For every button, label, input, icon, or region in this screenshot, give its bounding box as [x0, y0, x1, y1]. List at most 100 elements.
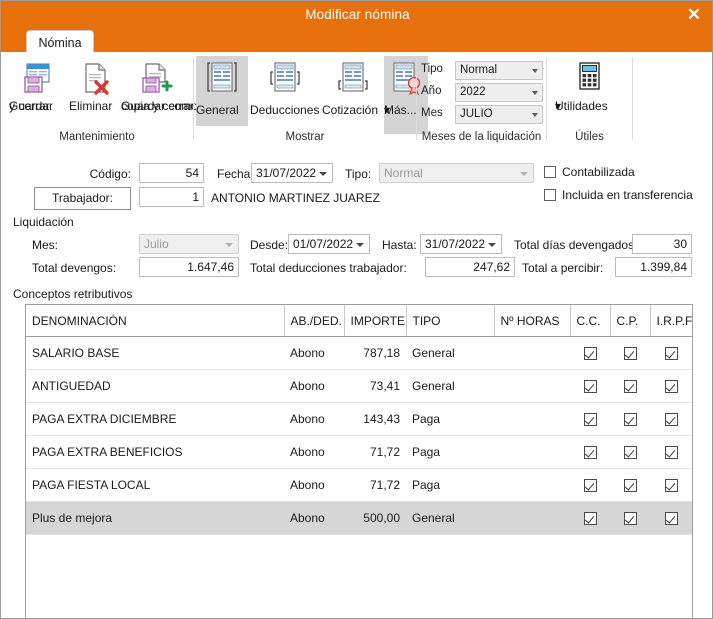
deducciones-button[interactable]: Deducciones [250, 56, 320, 126]
contabilizada-label: Contabilizada [562, 165, 635, 179]
utilidades-button[interactable]: Utilidades ▾ [555, 56, 623, 130]
trabajador-button[interactable]: Trabajador: [34, 187, 131, 210]
total-devengos-label: Total devengos: [32, 261, 117, 275]
ribbon-ano-combo[interactable]: 2022 [455, 83, 543, 102]
ribbon-mes-combo[interactable]: JULIO [455, 105, 543, 124]
cell-cp[interactable] [610, 336, 650, 370]
cell-cp[interactable] [610, 402, 650, 436]
col-cc[interactable]: C.C. [570, 305, 611, 337]
deducciones-label: Deducciones [250, 103, 320, 117]
ribbon-tipo-combo[interactable]: Normal [455, 61, 543, 80]
cp-checkbox[interactable] [623, 446, 637, 460]
cell-importe: 143,43 [344, 402, 406, 436]
group-label-meses: Meses de la liquidación [421, 131, 542, 143]
irpf-checkbox[interactable] [664, 347, 678, 361]
codigo-input[interactable] [139, 163, 204, 183]
close-icon[interactable]: ✕ [680, 3, 708, 27]
cell-cc[interactable] [570, 336, 610, 370]
cell-cp[interactable] [610, 501, 650, 535]
cell-cc[interactable] [570, 369, 610, 403]
total-dias-input[interactable] [632, 234, 692, 254]
col-irpf[interactable]: I.R.P.F. [650, 305, 692, 337]
total-percibir-input[interactable] [615, 257, 692, 277]
cc-checkbox[interactable] [583, 413, 597, 427]
col-denominacion[interactable]: DENOMINACIÓN [26, 305, 285, 337]
fecha-combo[interactable]: 31/07/2022 [251, 163, 333, 183]
cc-checkbox[interactable] [583, 446, 597, 460]
chevron-down-icon[interactable] [488, 243, 496, 247]
irpf-checkbox[interactable] [664, 413, 678, 427]
cell-irpf[interactable] [650, 369, 692, 403]
eliminar-button[interactable]: Eliminar [69, 56, 121, 113]
cp-checkbox[interactable] [623, 512, 637, 526]
irpf-checkbox[interactable] [664, 446, 678, 460]
title-bar: Modificar nómina ✕ Nómina [1, 1, 712, 55]
table-row[interactable]: SALARIO BASE Abono 787,18 General [26, 336, 692, 370]
chevron-down-icon[interactable] [532, 69, 538, 73]
cell-cp[interactable] [610, 468, 650, 502]
mas-dropdown-icon[interactable]: ▾ [384, 102, 390, 117]
table-row[interactable]: Plus de mejora Abono 500,00 General [26, 501, 692, 535]
cp-checkbox[interactable] [623, 479, 637, 493]
cell-irpf[interactable] [650, 501, 692, 535]
cell-horas [494, 369, 570, 403]
cp-checkbox[interactable] [623, 413, 637, 427]
cell-irpf[interactable] [650, 402, 692, 436]
col-horas[interactable]: Nº HORAS [494, 305, 571, 337]
checkbox-box[interactable] [544, 166, 556, 178]
cell-irpf[interactable] [650, 336, 692, 370]
irpf-checkbox[interactable] [664, 479, 678, 493]
cp-checkbox[interactable] [623, 347, 637, 361]
ribbon-ano-label: Año [421, 85, 442, 97]
cell-cc[interactable] [570, 468, 610, 502]
trabajador-code-input[interactable] [139, 187, 204, 207]
guardar-como-copia-button[interactable]: Guardar como copia y cerrar ▾ [121, 56, 203, 113]
chevron-down-icon[interactable] [319, 172, 327, 176]
desde-combo[interactable]: 01/07/2022 [288, 234, 370, 254]
col-cp[interactable]: C.P. [610, 305, 651, 337]
cell-horas [494, 501, 570, 535]
window-title: Modificar nómina [305, 7, 410, 22]
col-importe[interactable]: IMPORTE [344, 305, 407, 337]
irpf-checkbox[interactable] [664, 380, 678, 394]
cell-irpf[interactable] [650, 468, 692, 502]
cp-checkbox[interactable] [623, 380, 637, 394]
cell-irpf[interactable] [650, 435, 692, 469]
table-row[interactable]: PAGA EXTRA BENEFICIOS Abono 71,72 Paga [26, 435, 692, 469]
table-row[interactable]: PAGA EXTRA DICIEMBRE Abono 143,43 Paga [26, 402, 692, 436]
cc-checkbox[interactable] [583, 380, 597, 394]
checkbox-box[interactable] [544, 189, 556, 201]
save-close-icon [24, 63, 50, 93]
contabilizada-checkbox[interactable]: Contabilizada [544, 165, 635, 179]
ribbon-group-utiles: Utilidades ▾ Útiles [547, 52, 632, 147]
cotizacion-button[interactable]: Cotización [322, 56, 384, 126]
col-abded[interactable]: AB./DED. [284, 305, 345, 337]
cell-cc[interactable] [570, 435, 610, 469]
table-row[interactable]: PAGA FIESTA LOCAL Abono 71,72 Paga [26, 468, 692, 502]
total-deducciones-input[interactable] [425, 257, 515, 277]
total-devengos-input[interactable] [139, 257, 239, 277]
cell-cc[interactable] [570, 501, 610, 535]
guardar-y-cerrar-button[interactable]: Guardar y cerrar [9, 56, 67, 113]
cc-checkbox[interactable] [583, 479, 597, 493]
col-tipo[interactable]: TIPO [406, 305, 495, 337]
table-row[interactable]: ANTIGUEDAD Abono 73,41 General [26, 369, 692, 403]
utilidades-dropdown-icon[interactable]: ▾ [555, 98, 561, 113]
cell-cc[interactable] [570, 402, 610, 436]
cc-checkbox[interactable] [583, 347, 597, 361]
chevron-down-icon[interactable] [532, 113, 538, 117]
conceptos-grid[interactable]: DENOMINACIÓN AB./DED. IMPORTE TIPO Nº HO… [25, 304, 693, 618]
general-button[interactable]: General [196, 56, 248, 126]
cell-tipo: General [406, 369, 494, 403]
chevron-down-icon[interactable] [356, 243, 364, 247]
cc-checkbox[interactable] [583, 512, 597, 526]
chevron-down-icon[interactable] [532, 91, 538, 95]
delete-document-icon [85, 63, 109, 95]
incluida-transferencia-checkbox[interactable]: Incluida en transferencia [544, 188, 693, 202]
total-dias-label: Total días devengados: [514, 238, 638, 252]
cell-cp[interactable] [610, 369, 650, 403]
hasta-combo[interactable]: 31/07/2022 [420, 234, 502, 254]
cell-cp[interactable] [610, 435, 650, 469]
hasta-value: 31/07/2022 [425, 237, 486, 251]
irpf-checkbox[interactable] [664, 512, 678, 526]
